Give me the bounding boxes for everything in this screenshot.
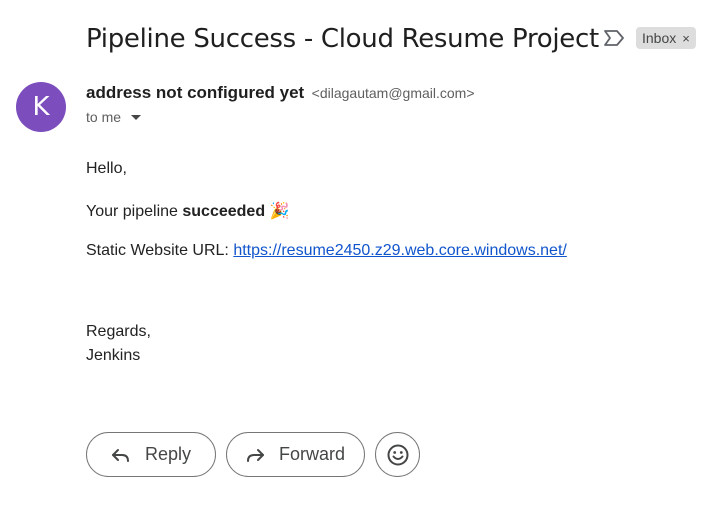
forward-arrow-icon xyxy=(245,447,265,463)
pipeline-status: succeeded xyxy=(182,203,266,220)
caret-down-icon[interactable] xyxy=(131,114,142,120)
forward-button[interactable]: Forward xyxy=(226,432,365,477)
important-marker-icon[interactable] xyxy=(603,29,625,47)
pipeline-prefix: Your pipeline xyxy=(86,203,183,220)
smiley-face-icon xyxy=(386,443,410,467)
reply-button[interactable]: Reply xyxy=(86,432,216,477)
email-subject-row: Pipeline Success - Cloud Resume Project xyxy=(86,20,599,58)
emoji-reaction-button[interactable] xyxy=(375,432,420,477)
sender-avatar[interactable]: K xyxy=(16,82,66,132)
signature-text: Jenkins xyxy=(86,347,141,364)
inbox-label-text: Inbox xyxy=(642,30,677,46)
greeting-text: Hello, xyxy=(86,160,127,177)
reply-arrow-icon xyxy=(111,447,131,463)
pipeline-status-line: Your pipeline succeeded 🎉 xyxy=(86,201,289,221)
website-url-line: Static Website URL: https://resume2450.z… xyxy=(86,242,567,260)
forward-label: Forward xyxy=(279,444,346,464)
email-subject: Pipeline Success - Cloud Resume Project xyxy=(86,24,599,54)
sender-email: <dilagautam@gmail.com> xyxy=(311,85,475,101)
sender-line: address not configured yet <dilagautam@g… xyxy=(86,83,475,103)
party-popper-icon: 🎉 xyxy=(269,203,290,220)
reply-label: Reply xyxy=(145,444,192,464)
url-prefix: Static Website URL: xyxy=(86,242,234,259)
website-url-link[interactable]: https://resume2450.z29.web.core.windows.… xyxy=(233,242,567,259)
remove-label-icon[interactable]: × xyxy=(682,31,690,46)
regards-text: Regards, xyxy=(86,323,151,340)
avatar-initial: K xyxy=(32,92,50,122)
recipient-text: to me xyxy=(86,109,122,125)
inbox-label-chip[interactable]: Inbox × xyxy=(636,27,696,49)
recipient-details-toggle[interactable]: to me xyxy=(86,109,142,125)
sender-name[interactable]: address not configured yet xyxy=(86,83,304,102)
